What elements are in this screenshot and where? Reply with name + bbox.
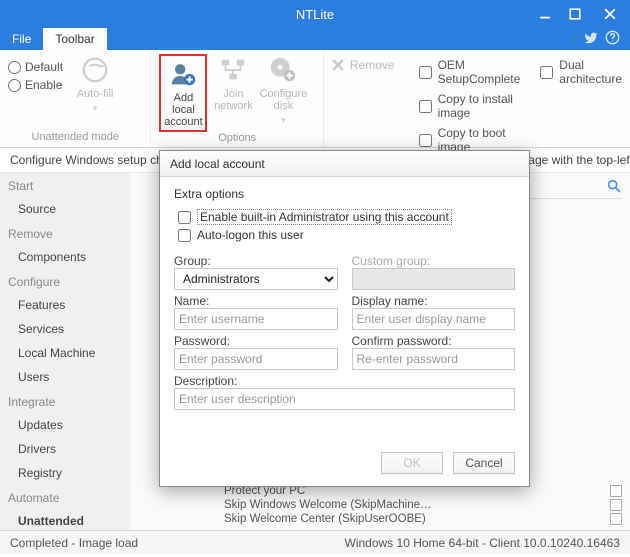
add-local-account-dialog: Add local account Extra options Enable b… bbox=[159, 150, 530, 487]
confirm-password-label: Confirm password: bbox=[352, 334, 516, 348]
tabs-right-icons: ↑ bbox=[570, 28, 630, 50]
radio-default-input[interactable] bbox=[8, 61, 21, 74]
dialog-subhead: Extra options bbox=[174, 187, 515, 201]
group-select[interactable]: Administrators bbox=[174, 268, 338, 290]
sidebar-item-registry[interactable]: Registry bbox=[0, 461, 130, 485]
status-right: Windows 10 Home 64-bit - Client 10.0.102… bbox=[345, 536, 621, 550]
close-button[interactable] bbox=[590, 0, 630, 28]
disk-icon bbox=[267, 54, 299, 86]
sidebar-item-updates[interactable]: Updates bbox=[0, 413, 130, 437]
display-input[interactable] bbox=[352, 308, 516, 330]
remove-button[interactable]: Remove bbox=[332, 54, 395, 72]
titlebar: NTLite bbox=[0, 0, 630, 28]
twitter-icon[interactable] bbox=[583, 31, 599, 48]
check-enable-admin[interactable]: Enable built-in Administrator using this… bbox=[178, 209, 515, 225]
sect-configure: Configure bbox=[0, 269, 130, 293]
sidebar-item-unattended[interactable]: Unattended bbox=[0, 509, 130, 530]
name-label: Name: bbox=[174, 294, 338, 308]
tab-strip: File Toolbar ↑ bbox=[0, 28, 630, 50]
tree-peek: Protect your PC Skip Windows Welcome (Sk… bbox=[178, 484, 622, 526]
sect-remove: Remove bbox=[0, 221, 130, 245]
cancel-button[interactable]: Cancel bbox=[453, 452, 515, 474]
sidebar-item-components[interactable]: Components bbox=[0, 245, 130, 269]
radio-enable[interactable]: Enable bbox=[8, 78, 63, 92]
sect-automate: Automate bbox=[0, 485, 130, 509]
configure-disk-button[interactable]: Configure disk ▾ bbox=[259, 54, 307, 126]
status-bar: Completed - Image load Windows 10 Home 6… bbox=[0, 530, 630, 554]
check-dual-arch[interactable]: Dual architecture bbox=[540, 58, 622, 86]
check-oem[interactable]: OEM SetupComplete bbox=[419, 58, 521, 86]
maximize-button[interactable] bbox=[560, 0, 590, 28]
radio-default[interactable]: Default bbox=[8, 60, 63, 74]
dialog-title: Add local account bbox=[160, 151, 529, 177]
tree-cb[interactable] bbox=[610, 485, 622, 497]
name-input[interactable] bbox=[174, 308, 338, 330]
ribbon-group-extra: Remove OEM SetupComplete Copy to install… bbox=[324, 50, 630, 147]
add-user-icon bbox=[167, 58, 199, 90]
status-left: Completed - Image load bbox=[10, 536, 138, 550]
ribbon-group-options: Add local account Join network bbox=[151, 50, 323, 147]
sidebar-item-users[interactable]: Users bbox=[0, 365, 130, 389]
sidebar-item-drivers[interactable]: Drivers bbox=[0, 437, 130, 461]
network-icon bbox=[217, 54, 249, 86]
add-local-account-button[interactable]: Add local account bbox=[159, 54, 207, 132]
display-label: Display name: bbox=[352, 294, 516, 308]
join-network-button[interactable]: Join network bbox=[209, 54, 257, 112]
sidebar: Start Source Remove Components Configure… bbox=[0, 173, 130, 530]
group-label: Group: bbox=[174, 254, 338, 268]
ribbon-group-unattended: Default Enable Auto-fill ▾ Unattended mo… bbox=[0, 50, 151, 147]
confirm-password-input[interactable] bbox=[352, 348, 516, 370]
tree-row[interactable]: Skip Windows Welcome (SkipMachine… bbox=[178, 498, 622, 512]
tree-cb[interactable] bbox=[610, 499, 622, 511]
tab-toolbar[interactable]: Toolbar bbox=[43, 28, 106, 50]
radio-enable-input[interactable] bbox=[8, 79, 21, 92]
check-auto-logon[interactable]: Auto-logon this user bbox=[178, 228, 515, 242]
ok-button[interactable]: OK bbox=[381, 452, 443, 474]
password-label: Password: bbox=[174, 334, 338, 348]
sidebar-item-features[interactable]: Features bbox=[0, 293, 130, 317]
minimize-button[interactable] bbox=[530, 0, 560, 28]
ribbon: Default Enable Auto-fill ▾ Unattended mo… bbox=[0, 50, 630, 148]
tree-row[interactable]: Skip Welcome Center (SkipUserOOBE) bbox=[178, 512, 622, 526]
custom-group-input bbox=[352, 268, 516, 290]
autofill-button[interactable]: Auto-fill ▾ bbox=[71, 54, 119, 114]
sect-integrate: Integrate bbox=[0, 389, 130, 413]
tab-file[interactable]: File bbox=[0, 28, 43, 50]
window-controls bbox=[530, 0, 630, 28]
sidebar-item-services[interactable]: Services bbox=[0, 317, 130, 341]
ribbon-group-label-options: Options bbox=[159, 132, 314, 146]
ribbon-group-label-unattended: Unattended mode bbox=[8, 131, 142, 145]
sidebar-item-source[interactable]: Source bbox=[0, 197, 130, 221]
tree-cb[interactable] bbox=[610, 513, 622, 525]
sidebar-item-localmachine[interactable]: Local Machine bbox=[0, 341, 130, 365]
sect-start: Start bbox=[0, 173, 130, 197]
search-icon[interactable] bbox=[606, 178, 622, 197]
check-copy-install[interactable]: Copy to install image bbox=[419, 92, 521, 120]
upload-arrow-icon[interactable]: ↑ bbox=[570, 31, 577, 47]
password-input[interactable] bbox=[174, 348, 338, 370]
description-label: Description: bbox=[174, 374, 515, 388]
description-input[interactable] bbox=[174, 388, 515, 410]
autofill-icon bbox=[79, 54, 111, 86]
help-icon[interactable] bbox=[605, 30, 620, 48]
custom-group-label: Custom group: bbox=[352, 254, 516, 268]
